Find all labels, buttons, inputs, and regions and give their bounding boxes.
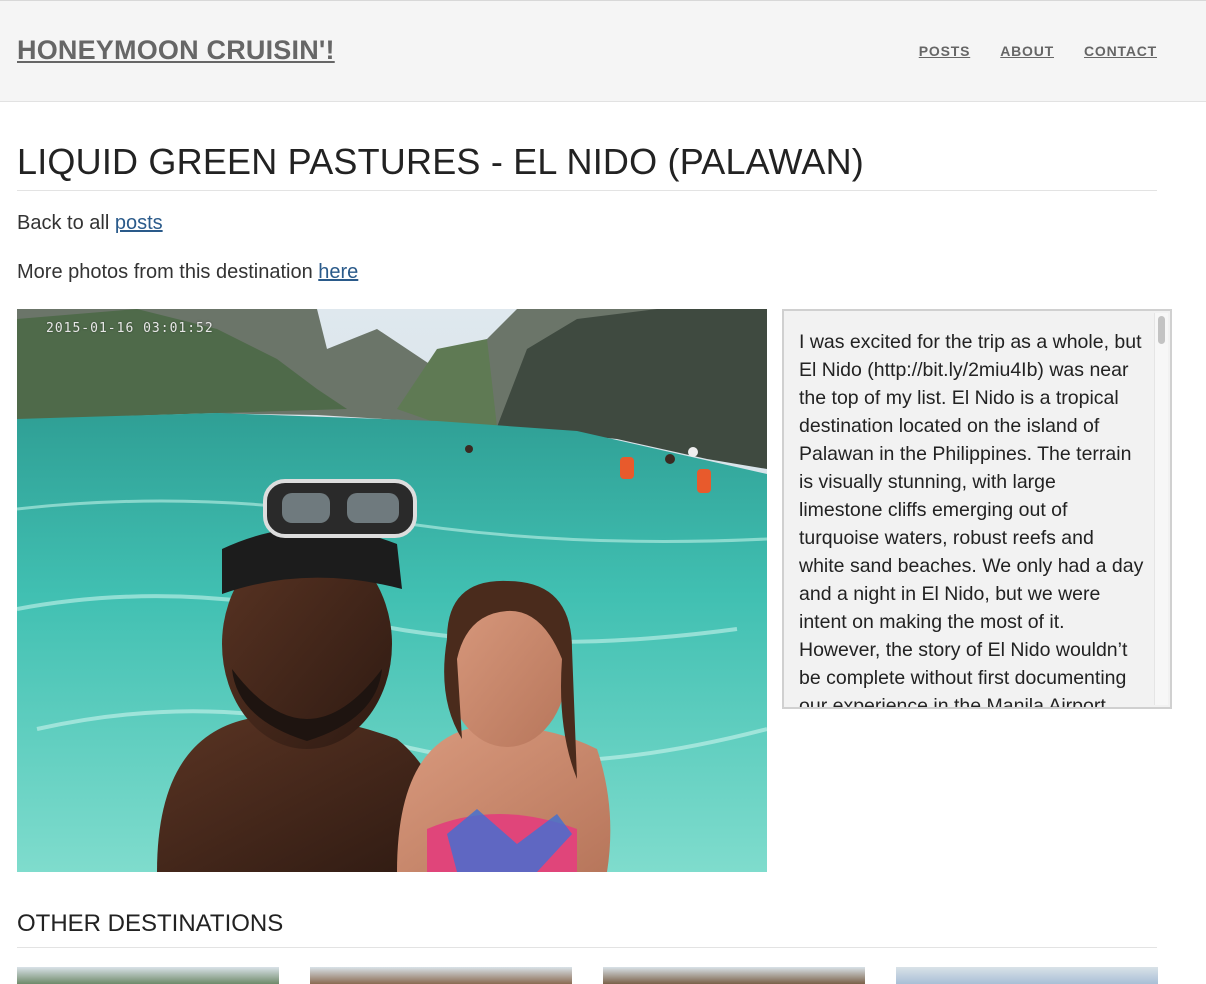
destination-thumbnails: [17, 967, 1158, 984]
site-brand-link[interactable]: HONEYMOON CRUISIN'!: [17, 35, 335, 66]
back-prefix-text: Back to all: [17, 212, 115, 234]
main-nav: POSTS ABOUT CONTACT: [919, 43, 1157, 59]
photo-illustration: [17, 309, 767, 872]
back-to-posts-line: Back to all posts: [17, 212, 163, 235]
photo-timestamp: 2015-01-16 03:01:52: [46, 321, 214, 336]
more-photos-line: More photos from this destination here: [17, 261, 358, 284]
title-divider: [17, 190, 1157, 191]
destination-thumbnail[interactable]: [603, 967, 865, 984]
destination-thumbnail[interactable]: [310, 967, 572, 984]
posts-link[interactable]: posts: [115, 212, 163, 234]
nav-about-link[interactable]: ABOUT: [1000, 43, 1054, 59]
more-prefix-text: More photos from this destination: [17, 261, 319, 283]
post-body-text: I was excited for the trip as a whole, b…: [799, 331, 1144, 709]
scrollbar-thumb[interactable]: [1158, 316, 1165, 344]
section-divider: [17, 947, 1157, 948]
post-body-scrollbox[interactable]: I was excited for the trip as a whole, b…: [782, 309, 1172, 709]
destination-thumbnail[interactable]: [17, 967, 279, 984]
more-photos-link[interactable]: here: [318, 261, 358, 283]
scrollbar[interactable]: [1154, 313, 1168, 705]
nav-posts-link[interactable]: POSTS: [919, 43, 970, 59]
site-header: HONEYMOON CRUISIN'! POSTS ABOUT CONTACT: [0, 0, 1206, 102]
nav-contact-link[interactable]: CONTACT: [1084, 43, 1157, 59]
destination-thumbnail[interactable]: [896, 967, 1158, 984]
post-photo: 2015-01-16 03:01:52: [17, 309, 767, 872]
page-title: LIQUID GREEN PASTURES - EL NIDO (PALAWAN…: [17, 141, 864, 182]
other-destinations-title: OTHER DESTINATIONS: [17, 910, 284, 937]
